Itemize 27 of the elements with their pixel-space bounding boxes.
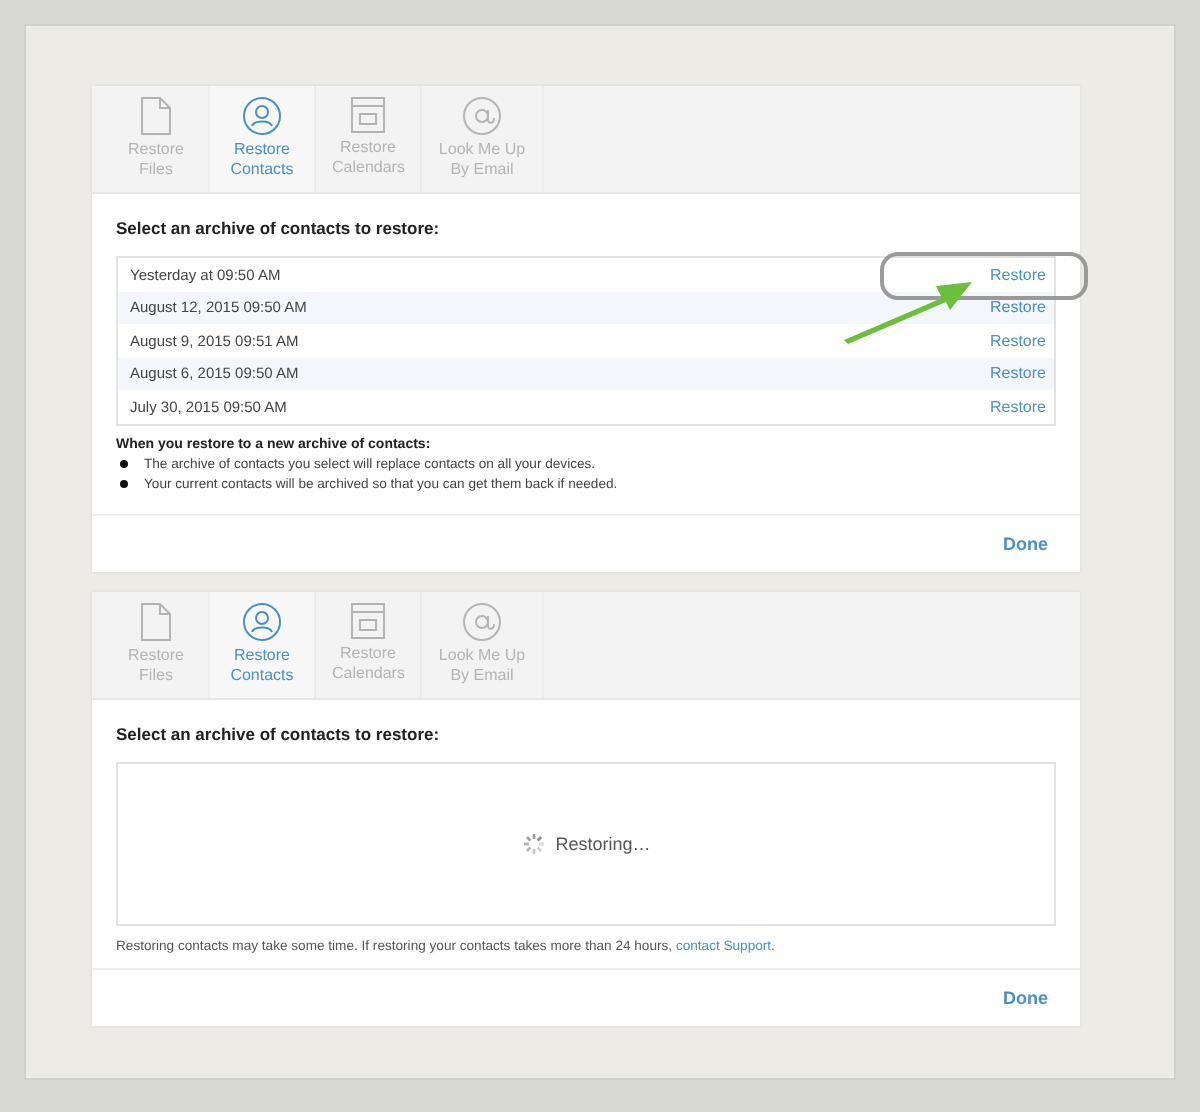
person-icon <box>242 601 282 641</box>
person-icon <box>242 96 282 136</box>
restore-link[interactable]: Restore <box>989 331 1046 350</box>
spinner-icon <box>521 831 546 855</box>
done-button[interactable]: Done <box>999 529 1052 557</box>
tab[interactable]: Restore Calendars <box>316 86 422 192</box>
tab[interactable]: Restore Contacts <box>210 86 316 192</box>
section-heading: Select an archive of contacts to restore: <box>116 723 442 743</box>
calendar-icon <box>350 96 386 134</box>
document-icon <box>140 601 172 641</box>
restore-link[interactable]: Restore <box>989 397 1046 416</box>
calendar-icon <box>350 601 386 639</box>
tab[interactable]: Restore Contacts <box>210 591 316 697</box>
at-icon <box>462 96 502 136</box>
tab[interactable]: Look Me Up By Email <box>422 86 544 192</box>
tab[interactable]: Restore Calendars <box>316 591 422 697</box>
section-heading: Select an archive of contacts to restore: <box>116 218 442 238</box>
done-button[interactable]: Done <box>999 983 1052 1011</box>
bullet-icon <box>120 460 128 468</box>
at-icon <box>462 601 502 641</box>
restore-link[interactable]: Restore <box>989 265 1046 284</box>
document-icon <box>140 96 172 136</box>
bullet-icon <box>120 480 128 488</box>
status-text: Restoring… <box>555 833 651 853</box>
tab[interactable]: Look Me Up By Email <box>422 591 544 697</box>
restore-link[interactable]: Restore <box>989 298 1046 317</box>
restore-link[interactable]: Restore <box>989 364 1046 383</box>
